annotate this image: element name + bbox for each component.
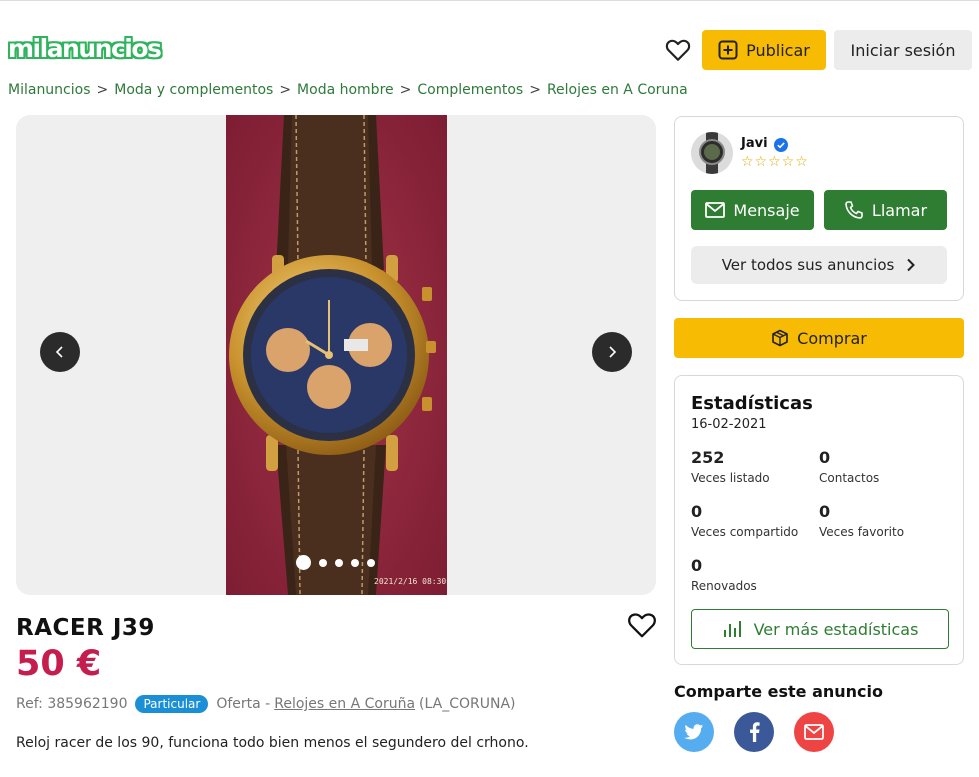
favorite-heart-icon[interactable]: [627, 611, 657, 639]
ad-price: 50 €: [16, 644, 102, 684]
stat-favorite: 0 Veces favorito: [819, 502, 949, 539]
stat-value: 0: [819, 448, 831, 467]
share-facebook-button[interactable]: [734, 712, 774, 752]
gallery-dot[interactable]: [351, 558, 359, 567]
gallery-dot[interactable]: [335, 558, 343, 567]
stat-value: 0: [691, 556, 703, 575]
call-label: Llamar: [871, 200, 928, 220]
all-ads-button[interactable]: Ver todos sus anuncios: [691, 246, 947, 284]
call-button[interactable]: Llamar: [824, 190, 947, 230]
breadcrumb-item-moda-hombre[interactable]: Moda hombre: [297, 82, 394, 98]
breadcrumb-item-home[interactable]: Milanuncios: [8, 82, 91, 98]
photo-gallery: 2021/2/16 08:30: [16, 115, 656, 595]
stats-title: Estadísticas: [691, 393, 813, 414]
gallery-pagination: [296, 555, 375, 570]
stat-renewed: 0 Renovados: [691, 556, 821, 593]
ref-label: Ref:: [16, 696, 43, 712]
stats-date: 16-02-2021: [691, 417, 767, 432]
stats-card: Estadísticas 16-02-2021 252 Veces listad…: [674, 375, 964, 665]
region-label: (LA_CORUNA): [419, 696, 516, 712]
avatar[interactable]: [691, 132, 733, 174]
phone-icon: [845, 201, 863, 219]
stat-value: 0: [819, 502, 831, 521]
mail-icon: [804, 724, 824, 740]
share-title: Comparte este anuncio: [674, 682, 883, 701]
stat-value: 0: [691, 502, 703, 521]
breadcrumb-item-moda[interactable]: Moda y complementos: [114, 82, 273, 98]
stat-listed: 252 Veces listado: [691, 448, 821, 485]
ad-title: RACER J39: [16, 615, 155, 641]
more-stats-button[interactable]: Ver más estadísticas: [691, 609, 949, 649]
breadcrumb-separator: >: [529, 82, 541, 98]
stat-value: 252: [691, 448, 725, 467]
ad-meta: Ref: 385962190 Particular Oferta - Reloj…: [16, 695, 516, 713]
gallery-prev-button[interactable]: [40, 332, 80, 372]
stat-label: Veces favorito: [819, 525, 905, 539]
publish-button[interactable]: Publicar: [702, 30, 826, 70]
watch-photo-illustration: [226, 115, 447, 595]
chevron-right-icon: [609, 346, 617, 358]
gallery-next-button[interactable]: [592, 332, 632, 372]
ref-value: 385962190: [47, 696, 128, 712]
stat-label: Veces compartido: [691, 525, 799, 539]
message-label: Mensaje: [733, 200, 800, 220]
facebook-icon: [749, 722, 760, 742]
gallery-dot[interactable]: [296, 555, 311, 570]
gallery-dot[interactable]: [367, 558, 375, 567]
login-button[interactable]: Iniciar sesión: [834, 30, 972, 70]
seller-name[interactable]: Javi: [741, 136, 768, 151]
stat-shared: 0 Veces compartido: [691, 502, 821, 539]
mail-icon: [705, 202, 726, 218]
stat-label: Contactos: [819, 471, 880, 485]
seller-card: Javi ☆☆☆☆☆ Mensaje Llamar Ver todos sus …: [674, 116, 964, 301]
all-ads-label: Ver todos sus anuncios: [721, 256, 895, 274]
breadcrumb-item-relojes[interactable]: Relojes en A Coruna: [547, 82, 688, 98]
share-twitter-button[interactable]: [674, 712, 714, 752]
buy-button[interactable]: Comprar: [674, 318, 964, 358]
bar-chart-icon: [723, 621, 741, 637]
seller-type-badge: Particular: [135, 695, 209, 713]
logo[interactable]: milanuncios: [8, 34, 162, 63]
breadcrumb-item-complementos[interactable]: Complementos: [417, 82, 523, 98]
breadcrumb-separator: >: [96, 82, 109, 98]
stat-contacts: 0 Contactos: [819, 448, 949, 485]
stat-label: Veces listado: [691, 471, 770, 485]
chevron-right-icon: [907, 258, 916, 272]
more-stats-label: Ver más estadísticas: [753, 619, 919, 639]
watch-avatar-icon: [691, 132, 733, 174]
ad-photo[interactable]: [226, 115, 447, 595]
buy-label: Comprar: [797, 328, 867, 348]
stat-label: Renovados: [691, 579, 757, 593]
package-icon: [772, 329, 788, 347]
breadcrumb-separator: >: [279, 82, 292, 98]
message-button[interactable]: Mensaje: [691, 190, 814, 230]
chevron-left-icon: [55, 346, 63, 358]
ad-description: Reloj racer de los 90, funciona todo bie…: [16, 735, 529, 751]
share-email-button[interactable]: [794, 712, 834, 752]
favorites-heart-icon[interactable]: [665, 38, 691, 62]
verified-badge-icon: [774, 138, 788, 152]
gallery-dot[interactable]: [319, 558, 327, 567]
photo-timestamp: 2021/2/16 08:30: [374, 577, 447, 586]
plus-square-icon: [718, 40, 738, 60]
rating-stars: ☆☆☆☆☆: [741, 154, 809, 170]
breadcrumb: Milanuncios > Moda y complementos > Moda hom…: [8, 82, 688, 98]
category-link[interactable]: Relojes en A Coruña: [274, 696, 415, 712]
top-divider: [0, 0, 979, 1]
offer-label: Oferta -: [216, 696, 271, 712]
publish-label: Publicar: [746, 40, 810, 60]
breadcrumb-separator: >: [399, 82, 412, 98]
twitter-icon: [684, 723, 704, 739]
